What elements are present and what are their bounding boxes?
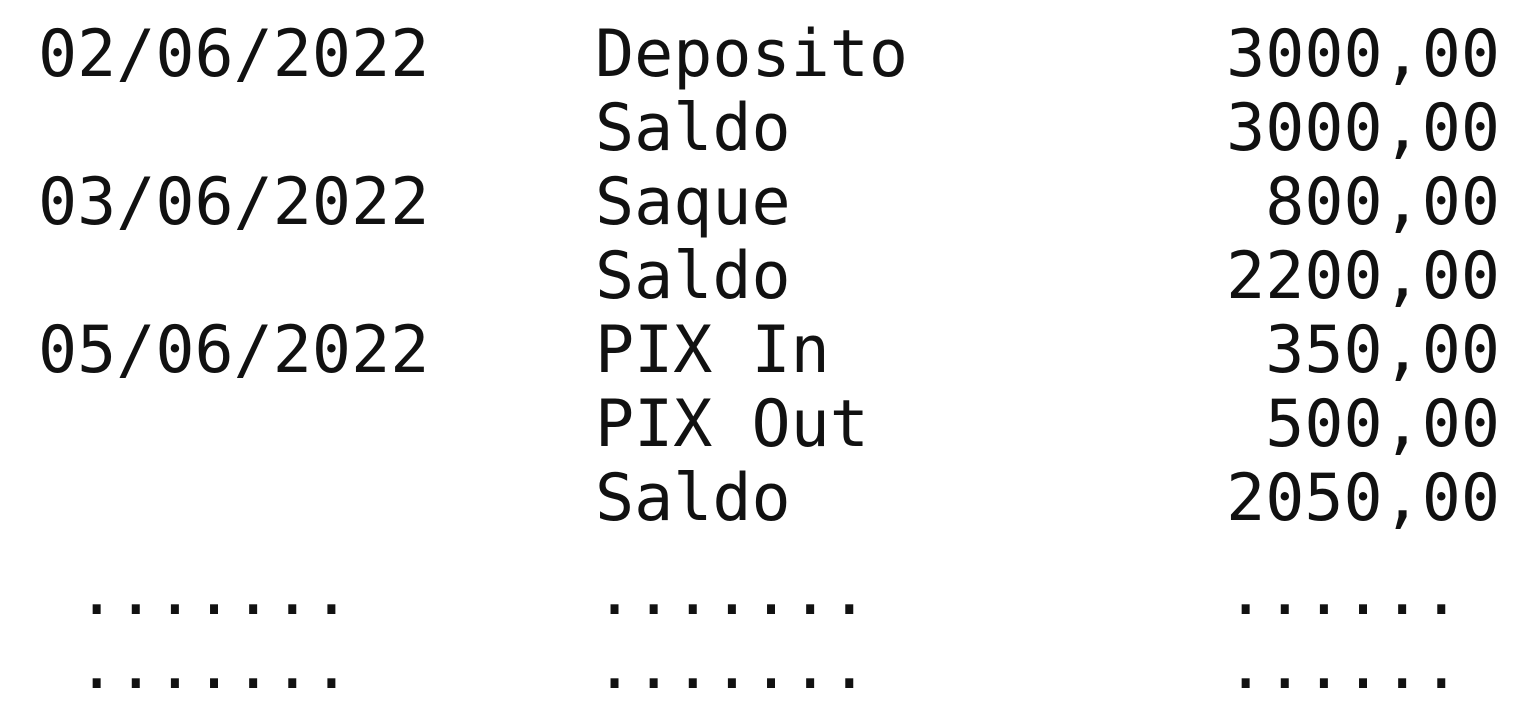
amount: 2200,00 xyxy=(1226,239,1500,314)
statement-row: Saldo 2050,00 xyxy=(0,462,1522,536)
amount: 800,00 xyxy=(1265,165,1500,240)
date: 03/06/2022 xyxy=(38,165,430,240)
statement-row: 03/06/2022 Saque 800,00 xyxy=(0,166,1522,240)
date: 05/06/2022 xyxy=(38,313,430,388)
amount-ellipsis: ...... xyxy=(1226,555,1500,630)
amount: 350,00 xyxy=(1265,313,1500,388)
description-ellipsis: ....... xyxy=(595,629,869,704)
amount: 3000,00 xyxy=(1226,91,1500,166)
description: Saque xyxy=(595,165,791,240)
amount: 3000,00 xyxy=(1226,17,1500,92)
ellipsis-row: ....... ....... ...... xyxy=(0,556,1522,630)
description: Deposito xyxy=(595,17,909,92)
description-ellipsis: ....... xyxy=(595,555,869,630)
description: PIX Out xyxy=(595,387,869,462)
amount: 2050,00 xyxy=(1226,461,1500,536)
statement-row: 02/06/2022 Deposito 3000,00 xyxy=(0,18,1522,92)
statement-row: PIX Out 500,00 xyxy=(0,388,1522,462)
statement-row: Saldo 2200,00 xyxy=(0,240,1522,314)
amount: 500,00 xyxy=(1265,387,1500,462)
statement-row: 05/06/2022 PIX In 350,00 xyxy=(0,314,1522,388)
description: PIX In xyxy=(595,313,830,388)
ellipsis-row: ....... ....... ...... xyxy=(0,630,1522,704)
description: Saldo xyxy=(595,91,791,166)
description: Saldo xyxy=(595,239,791,314)
date-ellipsis: ....... xyxy=(38,629,352,704)
date-ellipsis: ....... xyxy=(38,555,352,630)
amount-ellipsis: ...... xyxy=(1226,629,1500,704)
date: 02/06/2022 xyxy=(38,17,430,92)
statement-row: Saldo 3000,00 xyxy=(0,92,1522,166)
description: Saldo xyxy=(595,461,791,536)
